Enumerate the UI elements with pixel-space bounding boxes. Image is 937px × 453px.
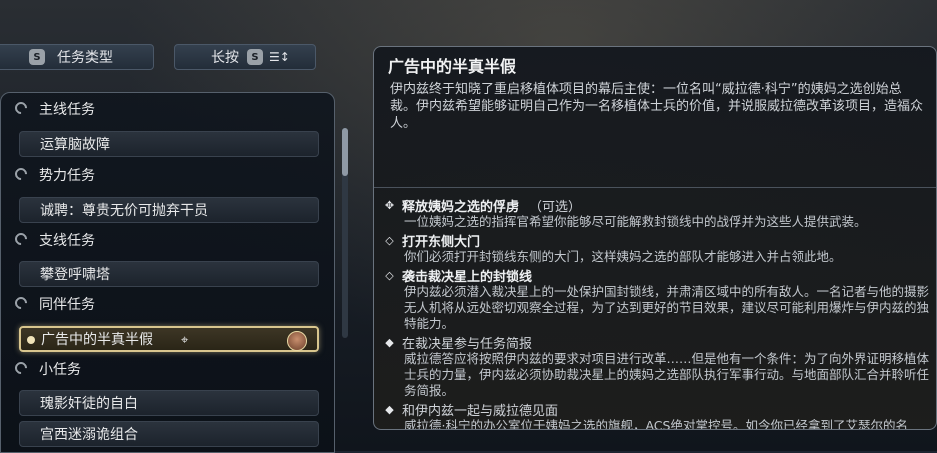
- hold-sort-button[interactable]: 长按 S ☰↕: [174, 44, 316, 70]
- category-label: 小任务: [39, 362, 81, 378]
- objective-title: 和伊内兹一起与威拉德见面: [402, 404, 559, 419]
- objective-completed-icon: ◆: [385, 403, 394, 416]
- quest-item-label: 攀登呼啸塔: [40, 267, 110, 283]
- objective-title: 释放姨妈之选的俘虏: [402, 200, 520, 215]
- quest-item-label: 瑰影奸徒的自白: [40, 396, 138, 412]
- objective-completed: ◆ 在裁决星参与任务简报 威拉德答应将按照伊内兹的要求对项目进行改革……但是他有…: [384, 334, 929, 399]
- category-main-quests[interactable]: 主线任务: [1, 96, 334, 122]
- quest-title: 广告中的半真半假: [388, 57, 517, 76]
- quest-item[interactable]: 诚聘：尊贵无价可抛弃干员: [19, 197, 319, 223]
- objective-diamond-icon: ◇: [385, 269, 394, 282]
- current-objective-icon: ✥: [384, 199, 395, 212]
- hold-label: 长按: [211, 50, 239, 66]
- quest-item[interactable]: 攀登呼啸塔: [19, 261, 319, 287]
- objective: ◇ 袭击裁决星上的封锁线 伊内兹必须潜入裁决星上的一处保护国封锁线，并肃清区域中…: [384, 267, 929, 332]
- quest-item[interactable]: 宫西迷溺诡组合: [19, 421, 319, 447]
- objective-text: 一位姨妈之选的指挥官希望你能够尽可能解救封锁线中的战俘并为这些人提供武装。: [404, 214, 867, 229]
- sort-icon: ☰↕: [269, 50, 290, 64]
- category-label: 势力任务: [39, 168, 95, 184]
- quest-item[interactable]: 瑰影奸徒的自白: [19, 390, 319, 416]
- s-key-icon: S: [29, 49, 45, 65]
- quest-list-scroll-thumb[interactable]: [342, 128, 348, 176]
- category-label: 同伴任务: [39, 297, 95, 313]
- quest-type-filter-label: 任务类型: [57, 50, 113, 66]
- quest-item[interactable]: 运算脑故障: [19, 131, 319, 157]
- quest-description: 伊内兹终于知晓了重启移植体项目的幕后主使：一位名叫“威拉德·科宁”的姨妈之选创始…: [390, 82, 924, 131]
- objective-title: 打开东侧大门: [402, 235, 481, 250]
- quest-type-filter-button[interactable]: S 任务类型: [0, 44, 154, 70]
- objective-list: ✥ 释放姨妈之选的俘虏 （可选） 一位姨妈之选的指挥官希望你能够尽可能解救封锁线…: [384, 197, 929, 430]
- objective: ✥ 释放姨妈之选的俘虏 （可选） 一位姨妈之选的指挥官希望你能够尽可能解救封锁线…: [384, 197, 929, 230]
- objective-title: 袭击裁决星上的封锁线: [402, 270, 533, 285]
- objective-text: 伊内兹必须潜入裁决星上的一处保护国封锁线，并肃清区域中的所有敌人。一名记者与他的…: [404, 284, 930, 331]
- objective-diamond-icon: ◇: [385, 234, 394, 247]
- objective-title: 在裁决星参与任务简报: [402, 337, 533, 352]
- category-companion-quests[interactable]: 同伴任务: [1, 291, 334, 317]
- companion-portrait-icon: [287, 331, 307, 351]
- objective-completed: ◆ 和伊内兹一起与威拉德见面 威拉德·科宁的办公室位于姨妈之选的旗舰，ACS绝对…: [384, 401, 929, 430]
- category-label: 支线任务: [39, 233, 95, 249]
- quest-list-panel: 主线任务 运算脑故障 势力任务 诚聘：尊贵无价可抛弃干员 支线任务 攀登呼啸塔 …: [0, 92, 335, 453]
- collapse-icon: [12, 359, 30, 377]
- mouse-cursor-icon: ⌖: [181, 333, 189, 348]
- category-faction-quests[interactable]: 势力任务: [1, 162, 334, 188]
- objective-completed-icon: ◆: [385, 336, 394, 349]
- quest-item-label: 宫西迷溺诡组合: [40, 427, 138, 443]
- divider: [374, 187, 936, 188]
- category-side-quests[interactable]: 支线任务: [1, 227, 334, 253]
- active-quest-marker-icon: [27, 336, 35, 344]
- collapse-icon: [12, 294, 30, 312]
- quest-item-label: 运算脑故障: [40, 137, 110, 153]
- collapse-icon: [12, 99, 30, 117]
- objective-optional-tag: （可选）: [529, 200, 582, 215]
- quest-item-label: 广告中的半真半假: [41, 332, 153, 348]
- s-key-icon: S: [247, 49, 263, 65]
- quest-detail-panel: 广告中的半真半假 伊内兹终于知晓了重启移植体项目的幕后主使：一位名叫“威拉德·科…: [373, 46, 937, 430]
- objective-text: 威拉德·科宁的办公室位于姨妈之选的旗舰，ACS绝对掌控号。如今你已经拿到了艾瑟尔…: [404, 418, 908, 430]
- collapse-icon: [12, 230, 30, 248]
- category-minor-quests[interactable]: 小任务: [1, 356, 334, 382]
- objective: ◇ 打开东侧大门 你们必须打开封锁线东侧的大门，这样姨妈之选的部队才能够进入并占…: [384, 232, 929, 265]
- category-label: 主线任务: [39, 102, 95, 118]
- objective-text: 威拉德答应将按照伊内兹的要求对项目进行改革……但是他有一个条件：为了向外界证明移…: [404, 351, 930, 398]
- collapse-icon: [12, 165, 30, 183]
- quest-item-label: 诚聘：尊贵无价可抛弃干员: [40, 203, 208, 219]
- objective-text: 你们必须打开封锁线东侧的大门，这样姨妈之选的部队才能够进入并占领此地。: [404, 249, 842, 264]
- quest-item-selected[interactable]: 广告中的半真半假 ⌖: [19, 326, 319, 352]
